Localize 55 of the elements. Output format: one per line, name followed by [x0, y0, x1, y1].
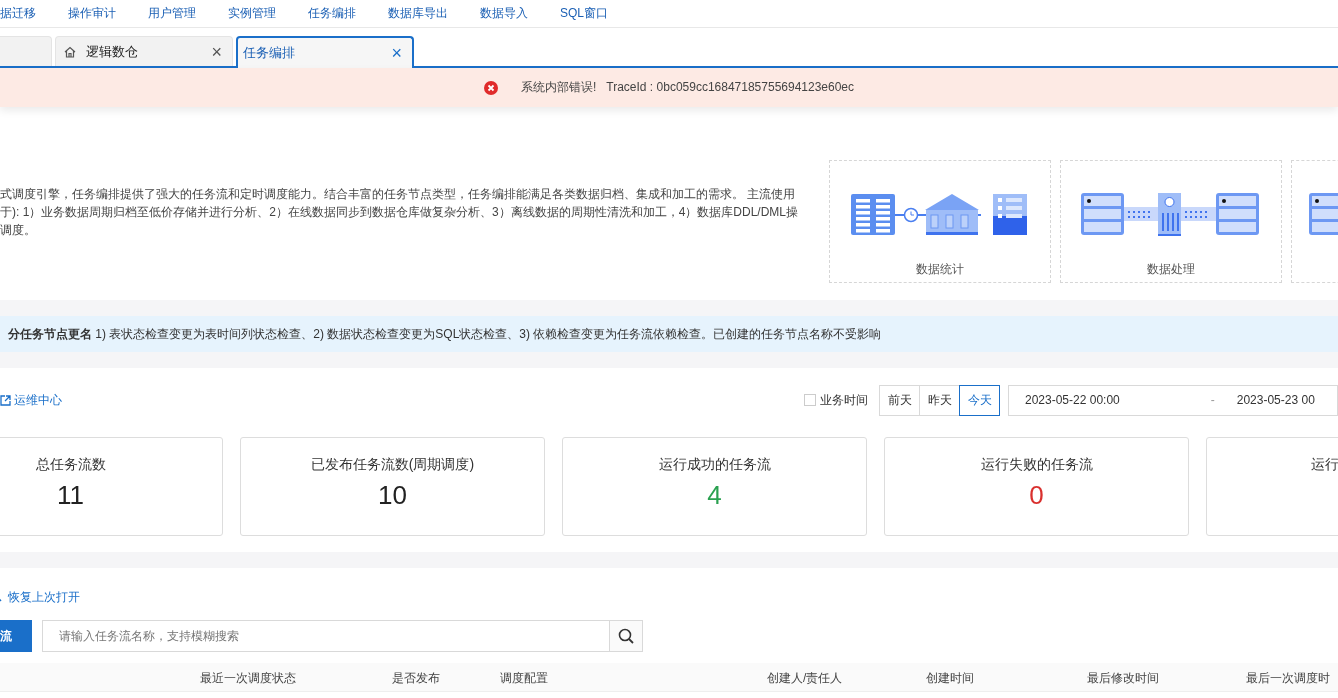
description-line: 式调度引擎，任务编排提供了强大的任务流和定时调度能力。结合丰富的任务节点类型，任务编排能满足各类数据归档、集成和加工的需求。 主流使用	[0, 186, 796, 203]
notice-text: 分任务节点更名 1) 表状态检查变更为表时间列状态检查、2) 数据状态检查变更为SQL状态检查、3) 依赖检查变更为任务流依赖检查。已创建的任务节点名称不受影响	[8, 325, 882, 343]
search-button[interactable]	[609, 621, 642, 651]
ops-center-link[interactable]: 运维中心	[0, 391, 62, 409]
nav-link[interactable]: 据迁移	[0, 5, 36, 22]
column-header: 是否发布	[392, 670, 440, 687]
error-message: 系统内部错误! TraceId : 0bc059cc16847185755694123e60ec	[520, 79, 855, 96]
tab-label: 任务编排	[243, 44, 296, 62]
checkbox-label: 业务时间	[820, 391, 868, 409]
stat-value: 0	[1029, 480, 1044, 511]
tab[interactable]: 任务编排 ×	[236, 36, 414, 68]
search-icon	[618, 628, 634, 644]
card-label: 数据处理	[1147, 261, 1195, 278]
nav-link[interactable]: 实例管理	[228, 5, 276, 22]
description-line: 于): 1）业务数据周期归档至低价存储并进行分析、2）在线数据同步到数据仓库做复杂分析、3）离线数据的周期性清洗和加工，4）数据库DDL/DML操	[0, 204, 799, 221]
stat-value: 11	[57, 480, 84, 511]
day-button[interactable]: 前天	[879, 384, 920, 416]
date-range-field[interactable]: 2023-05-22 00:00 - 2023-05-23 00	[1008, 384, 1338, 416]
stat-label: 运行	[1311, 456, 1338, 474]
tab[interactable]: 逻辑数仓 ×	[55, 36, 233, 66]
column-header: 创建时间	[926, 670, 974, 687]
day-button[interactable]: 今天	[959, 384, 1000, 416]
close-icon[interactable]: ×	[389, 44, 404, 62]
nav-link[interactable]: 数据库导出	[388, 5, 448, 22]
stat-label: 总任务流数	[35, 456, 106, 474]
server-diagram-drawing	[1309, 193, 1338, 235]
nav-link[interactable]: 用户管理	[148, 5, 196, 22]
feature-card[interactable]: 数据统计	[829, 160, 1051, 283]
description-line: 调度。	[0, 222, 36, 239]
column-header: 调度配置	[500, 670, 548, 687]
stat-label: 运行成功的任务流	[658, 456, 771, 474]
stat-value: 10	[378, 480, 407, 511]
column-header: 创建人/责任人	[767, 670, 843, 687]
stat-label: 运行失败的任务流	[980, 456, 1093, 474]
restore-link[interactable]: 恢复上次打开	[0, 589, 1338, 605]
tab-label: 逻辑数仓	[86, 42, 139, 61]
feature-card[interactable]	[1291, 160, 1338, 283]
external-link-icon	[0, 394, 11, 406]
column-header: 最近一次调度状态	[200, 670, 296, 687]
home-icon	[64, 45, 76, 58]
nav-link[interactable]: SQL窗口	[560, 5, 608, 22]
card-label: 数据统计	[916, 261, 964, 278]
nav-link[interactable]: 任务编排	[308, 5, 356, 22]
checkbox[interactable]	[804, 394, 816, 406]
error-icon	[483, 80, 498, 95]
feature-card[interactable]: 数据处理	[1060, 160, 1282, 283]
stat-value: 4	[707, 480, 722, 511]
create-flow-button[interactable]: 流	[0, 620, 32, 652]
stat-label: 已发布任务流数(周期调度)	[310, 456, 475, 474]
nav-link[interactable]: 操作审计	[68, 5, 116, 22]
day-button[interactable]: 昨天	[919, 384, 960, 416]
column-header: 最后修改时间	[1087, 670, 1159, 687]
nav-link[interactable]: 数据导入	[480, 5, 528, 22]
column-header: 最后一次调度时	[1246, 670, 1330, 687]
close-icon[interactable]: ×	[209, 42, 224, 61]
